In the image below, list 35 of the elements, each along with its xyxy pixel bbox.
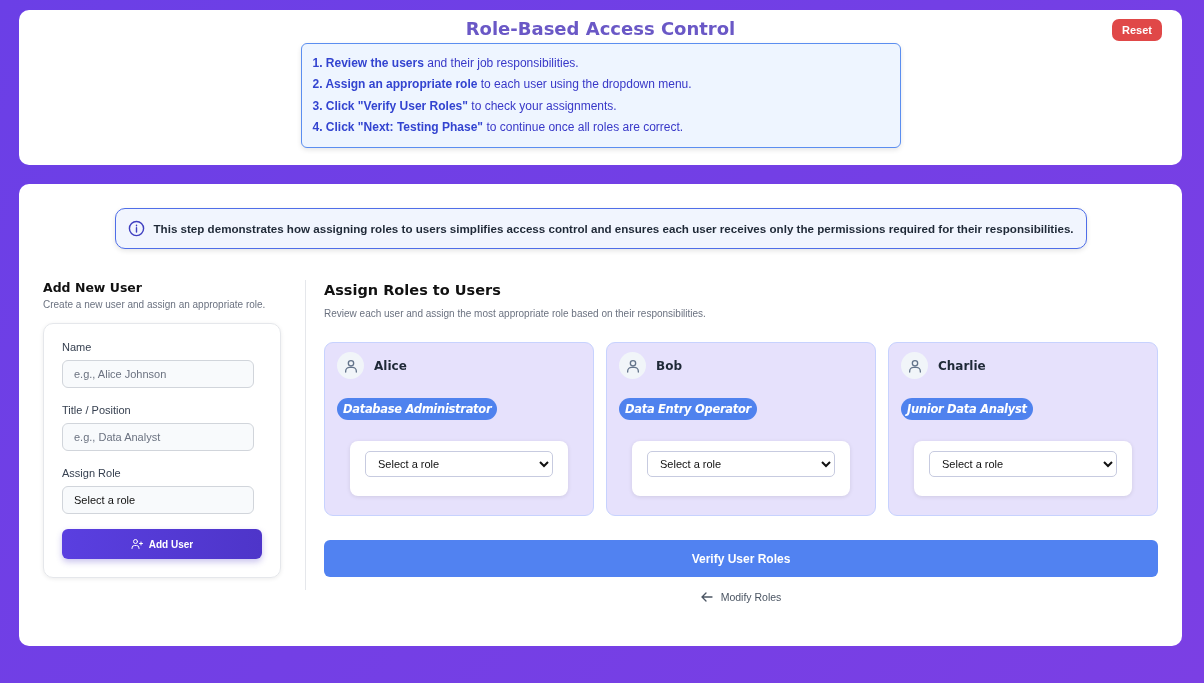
instruction-step: 1. Review the users and their job responsibilities. xyxy=(312,53,889,75)
input-field[interactable]: e.g., Data Analyst xyxy=(62,423,254,451)
role-dropdown[interactable]: Select a role xyxy=(62,486,254,514)
role-dropdown[interactable]: Select a role xyxy=(365,451,553,477)
job-title-tag: Data Entry Operator xyxy=(619,398,757,420)
page-title: Role-Based Access Control xyxy=(465,18,736,40)
role-dropdown[interactable]: Select a role xyxy=(929,451,1117,477)
modify-roles-link[interactable]: Modify Roles xyxy=(694,590,788,604)
instruction-step: 2. Assign an appropriate role to each user using the dropdown menu. xyxy=(312,74,889,96)
user-name: Charlie xyxy=(938,358,986,373)
info-icon xyxy=(127,220,145,237)
back-arrow-icon xyxy=(700,592,713,602)
role-dropdown[interactable]: Select a role xyxy=(647,451,835,477)
section-subtitle: Review each user and assign the most appropriate role based on their responsibilities. xyxy=(324,308,707,319)
job-title-tag: Junior Data Analyst xyxy=(901,398,1033,420)
input-field[interactable]: e.g., Alice Johnson xyxy=(62,360,254,388)
reset-button[interactable]: Reset xyxy=(1112,19,1162,41)
instruction-step: 3. Click "Verify User Roles" to check your assignments. xyxy=(312,95,889,117)
instruction-step: 4. Click "Next: Testing Phase" to continue once all roles are correct. xyxy=(312,116,889,139)
job-title-tag: Database Administrator xyxy=(337,398,498,420)
add-user-icon xyxy=(130,538,144,550)
field-label: Assign Role xyxy=(62,467,122,479)
user-name: Bob xyxy=(656,358,682,373)
section-subtitle: Create a new user and assign an appropriate role. xyxy=(43,299,267,310)
add-user-button[interactable]: Add User xyxy=(62,529,262,559)
user-name: Alice xyxy=(374,358,407,373)
info-text: This step demonstrates how assigning roles to users simplifies access control and ensures each user receives only the permissions required for their responsibilities. xyxy=(153,222,1074,235)
field-label: Name xyxy=(62,341,93,353)
user-icon xyxy=(906,357,923,374)
verify-roles-button[interactable]: Verify User Roles xyxy=(324,540,1158,577)
field-label: Title / Position xyxy=(62,404,132,416)
user-icon xyxy=(342,357,359,374)
user-icon xyxy=(624,357,641,374)
section-title: Assign Roles to Users xyxy=(324,282,502,298)
section-title: Add New User xyxy=(43,280,143,296)
